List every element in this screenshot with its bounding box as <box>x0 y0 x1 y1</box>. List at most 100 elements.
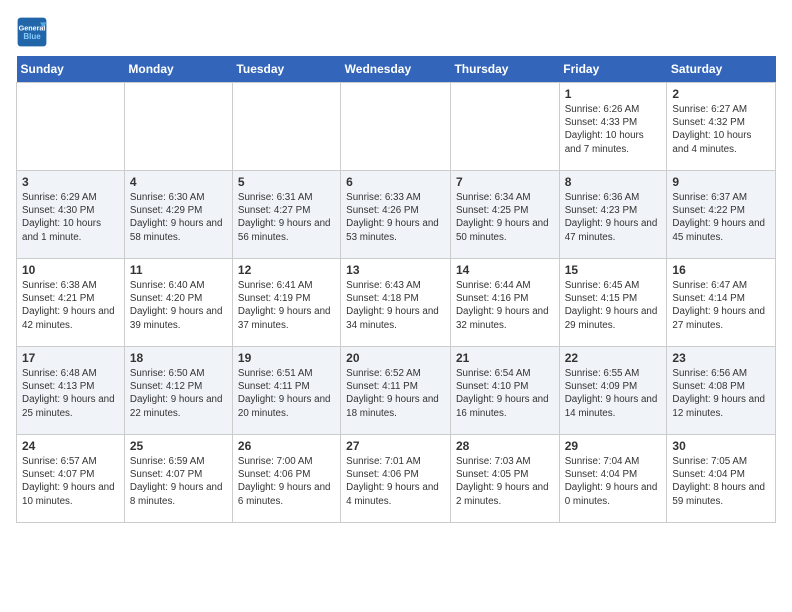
day-number: 23 <box>672 351 770 365</box>
day-info: Sunrise: 6:45 AM Sunset: 4:15 PM Dayligh… <box>565 279 662 332</box>
column-header-friday: Friday <box>559 56 667 83</box>
calendar-cell: 25 Sunrise: 6:59 AM Sunset: 4:07 PM Dayli… <box>124 435 232 523</box>
day-info: Sunrise: 6:56 AM Sunset: 4:08 PM Dayligh… <box>672 367 770 420</box>
day-number: 10 <box>22 263 119 277</box>
day-info: Sunrise: 6:30 AM Sunset: 4:29 PM Dayligh… <box>130 191 227 244</box>
day-info: Sunrise: 6:41 AM Sunset: 4:19 PM Dayligh… <box>238 279 335 332</box>
day-info: Sunrise: 6:43 AM Sunset: 4:18 PM Dayligh… <box>346 279 445 332</box>
calendar-cell: 16 Sunrise: 6:47 AM Sunset: 4:14 PM Dayli… <box>667 259 776 347</box>
calendar-cell: 5 Sunrise: 6:31 AM Sunset: 4:27 PM Daylig… <box>232 171 340 259</box>
calendar-cell: 29 Sunrise: 7:04 AM Sunset: 4:04 PM Dayli… <box>559 435 667 523</box>
calendar-cell: 17 Sunrise: 6:48 AM Sunset: 4:13 PM Dayli… <box>17 347 125 435</box>
day-info: Sunrise: 6:44 AM Sunset: 4:16 PM Dayligh… <box>456 279 554 332</box>
day-number: 20 <box>346 351 445 365</box>
day-number: 2 <box>672 87 770 101</box>
day-number: 29 <box>565 439 662 453</box>
calendar-cell: 26 Sunrise: 7:00 AM Sunset: 4:06 PM Dayli… <box>232 435 340 523</box>
calendar-cell <box>450 83 559 171</box>
calendar-cell: 15 Sunrise: 6:45 AM Sunset: 4:15 PM Dayli… <box>559 259 667 347</box>
calendar-cell: 9 Sunrise: 6:37 AM Sunset: 4:22 PM Daylig… <box>667 171 776 259</box>
day-info: Sunrise: 6:47 AM Sunset: 4:14 PM Dayligh… <box>672 279 770 332</box>
calendar-cell: 30 Sunrise: 7:05 AM Sunset: 4:04 PM Dayli… <box>667 435 776 523</box>
day-info: Sunrise: 6:52 AM Sunset: 4:11 PM Dayligh… <box>346 367 445 420</box>
day-number: 6 <box>346 175 445 189</box>
day-number: 14 <box>456 263 554 277</box>
calendar-week-4: 17 Sunrise: 6:48 AM Sunset: 4:13 PM Dayli… <box>17 347 776 435</box>
day-info: Sunrise: 7:04 AM Sunset: 4:04 PM Dayligh… <box>565 455 662 508</box>
day-info: Sunrise: 6:29 AM Sunset: 4:30 PM Dayligh… <box>22 191 119 244</box>
day-info: Sunrise: 6:33 AM Sunset: 4:26 PM Dayligh… <box>346 191 445 244</box>
column-header-tuesday: Tuesday <box>232 56 340 83</box>
day-number: 12 <box>238 263 335 277</box>
calendar-cell: 11Sunrise: 6:40 AM Sunset: 4:20 PM Dayli… <box>124 259 232 347</box>
svg-text:Blue: Blue <box>23 32 41 41</box>
calendar-cell: 19Sunrise: 6:51 AM Sunset: 4:11 PM Dayli… <box>232 347 340 435</box>
day-info: Sunrise: 6:31 AM Sunset: 4:27 PM Dayligh… <box>238 191 335 244</box>
day-number: 30 <box>672 439 770 453</box>
column-header-thursday: Thursday <box>450 56 559 83</box>
day-number: 28 <box>456 439 554 453</box>
calendar-week-1: 1 Sunrise: 6:26 AM Sunset: 4:33 PM Daylig… <box>17 83 776 171</box>
day-info: Sunrise: 6:34 AM Sunset: 4:25 PM Dayligh… <box>456 191 554 244</box>
day-info: Sunrise: 7:01 AM Sunset: 4:06 PM Dayligh… <box>346 455 445 508</box>
day-number: 19 <box>238 351 335 365</box>
day-info: Sunrise: 6:38 AM Sunset: 4:21 PM Dayligh… <box>22 279 119 332</box>
day-number: 26 <box>238 439 335 453</box>
day-number: 5 <box>238 175 335 189</box>
day-number: 17 <box>22 351 119 365</box>
day-number: 3 <box>22 175 119 189</box>
column-header-sunday: Sunday <box>17 56 125 83</box>
day-info: Sunrise: 6:27 AM Sunset: 4:32 PM Dayligh… <box>672 103 770 156</box>
calendar-cell <box>232 83 340 171</box>
day-number: 7 <box>456 175 554 189</box>
calendar-cell: 13 Sunrise: 6:43 AM Sunset: 4:18 PM Dayli… <box>341 259 451 347</box>
day-info: Sunrise: 6:26 AM Sunset: 4:33 PM Dayligh… <box>565 103 662 156</box>
calendar-cell <box>17 83 125 171</box>
calendar-cell <box>341 83 451 171</box>
column-header-saturday: Saturday <box>667 56 776 83</box>
day-info: Sunrise: 6:36 AM Sunset: 4:23 PM Dayligh… <box>565 191 662 244</box>
calendar-cell: 24Sunrise: 6:57 AM Sunset: 4:07 PM Dayli… <box>17 435 125 523</box>
day-number: 16 <box>672 263 770 277</box>
day-info: Sunrise: 6:50 AM Sunset: 4:12 PM Dayligh… <box>130 367 227 420</box>
calendar-cell: 18 Sunrise: 6:50 AM Sunset: 4:12 PM Dayli… <box>124 347 232 435</box>
calendar-cell: 4 Sunrise: 6:30 AM Sunset: 4:29 PM Daylig… <box>124 171 232 259</box>
calendar-cell: 2 Sunrise: 6:27 AM Sunset: 4:32 PM Daylig… <box>667 83 776 171</box>
day-info: Sunrise: 7:00 AM Sunset: 4:06 PM Dayligh… <box>238 455 335 508</box>
column-header-monday: Monday <box>124 56 232 83</box>
page-header: General Blue <box>16 16 776 48</box>
day-number: 1 <box>565 87 662 101</box>
calendar-week-3: 10 Sunrise: 6:38 AM Sunset: 4:21 PM Dayli… <box>17 259 776 347</box>
day-info: Sunrise: 7:05 AM Sunset: 4:04 PM Dayligh… <box>672 455 770 508</box>
calendar-cell: 8 Sunrise: 6:36 AM Sunset: 4:23 PM Daylig… <box>559 171 667 259</box>
day-number: 13 <box>346 263 445 277</box>
column-header-wednesday: Wednesday <box>341 56 451 83</box>
day-number: 4 <box>130 175 227 189</box>
day-number: 18 <box>130 351 227 365</box>
calendar-cell <box>124 83 232 171</box>
day-number: 25 <box>130 439 227 453</box>
day-info: Sunrise: 6:59 AM Sunset: 4:07 PM Dayligh… <box>130 455 227 508</box>
day-number: 22 <box>565 351 662 365</box>
day-number: 21 <box>456 351 554 365</box>
day-info: Sunrise: 7:03 AM Sunset: 4:05 PM Dayligh… <box>456 455 554 508</box>
calendar-table: SundayMondayTuesdayWednesdayThursdayFrid… <box>16 56 776 523</box>
day-number: 15 <box>565 263 662 277</box>
day-info: Sunrise: 6:55 AM Sunset: 4:09 PM Dayligh… <box>565 367 662 420</box>
day-number: 11 <box>130 263 227 277</box>
day-number: 27 <box>346 439 445 453</box>
day-number: 9 <box>672 175 770 189</box>
calendar-cell: 27 Sunrise: 7:01 AM Sunset: 4:06 PM Dayli… <box>341 435 451 523</box>
day-info: Sunrise: 6:48 AM Sunset: 4:13 PM Dayligh… <box>22 367 119 420</box>
calendar-cell: 6 Sunrise: 6:33 AM Sunset: 4:26 PM Daylig… <box>341 171 451 259</box>
calendar-cell: 20 Sunrise: 6:52 AM Sunset: 4:11 PM Dayli… <box>341 347 451 435</box>
calendar-cell: 7 Sunrise: 6:34 AM Sunset: 4:25 PM Daylig… <box>450 171 559 259</box>
calendar-cell: 28 Sunrise: 7:03 AM Sunset: 4:05 PM Dayli… <box>450 435 559 523</box>
calendar-cell: 22 Sunrise: 6:55 AM Sunset: 4:09 PM Dayli… <box>559 347 667 435</box>
day-info: Sunrise: 6:57 AM Sunset: 4:07 PM Dayligh… <box>22 455 119 508</box>
calendar-week-5: 24Sunrise: 6:57 AM Sunset: 4:07 PM Dayli… <box>17 435 776 523</box>
day-info: Sunrise: 6:37 AM Sunset: 4:22 PM Dayligh… <box>672 191 770 244</box>
calendar-header-row: SundayMondayTuesdayWednesdayThursdayFrid… <box>17 56 776 83</box>
calendar-cell: 10 Sunrise: 6:38 AM Sunset: 4:21 PM Dayli… <box>17 259 125 347</box>
day-number: 8 <box>565 175 662 189</box>
